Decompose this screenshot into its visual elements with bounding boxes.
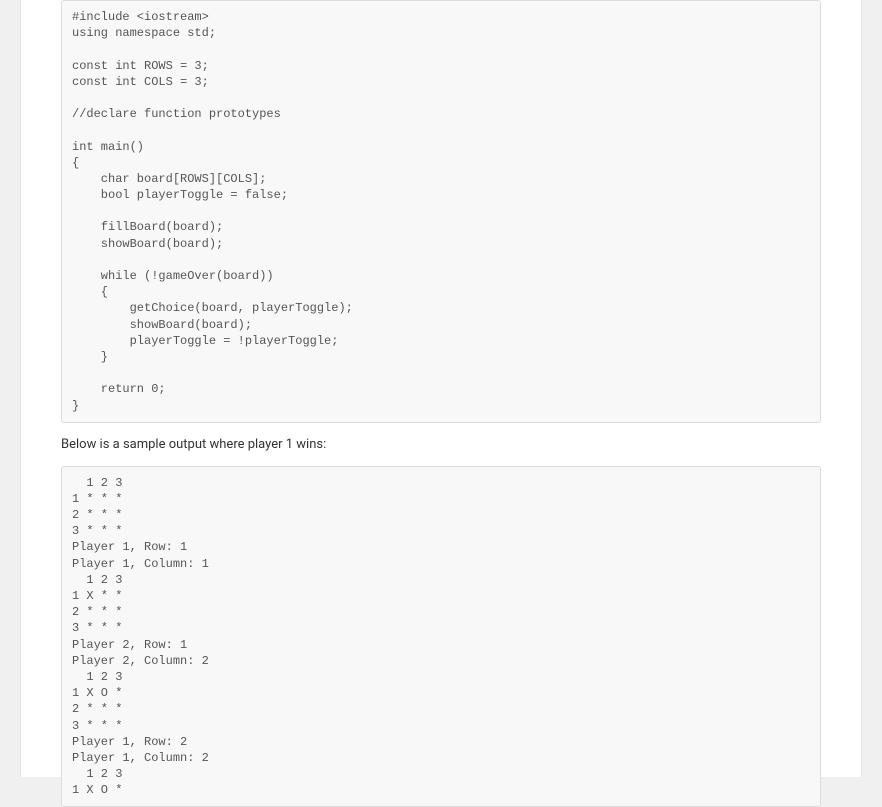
page-background: #include <iostream> using namespace std;… [0,0,882,777]
code-block-main-function: #include <iostream> using namespace std;… [61,0,821,423]
document-content: #include <iostream> using namespace std;… [20,0,862,777]
sample-output-description: Below is a sample output where player 1 … [61,437,821,452]
code-block-sample-output: 1 2 3 1 * * * 2 * * * 3 * * * Player 1, … [61,466,821,807]
